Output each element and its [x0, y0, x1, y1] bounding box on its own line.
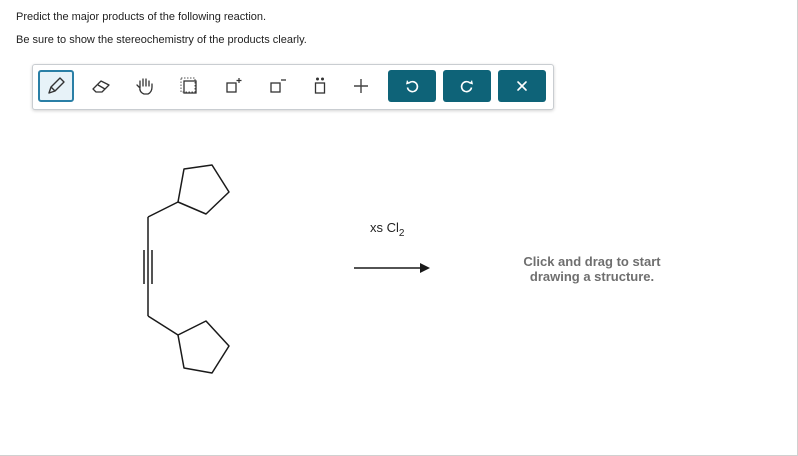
hint-line-1: Click and drag to start — [523, 254, 661, 269]
reaction-arrow — [354, 263, 430, 273]
reagent-subscript: 2 — [398, 228, 405, 239]
triple-bond — [143, 250, 153, 284]
product-drawing-area[interactable]: Click and drag to start drawing a struct… — [508, 254, 676, 284]
hint-line-2: drawing a structure. — [529, 269, 655, 284]
lower-cyclopentane-ring — [177, 320, 230, 374]
reagent-text: xs Cl — [370, 220, 399, 235]
lower-ch2-bond — [147, 315, 179, 336]
reagent-label: xs Cl2 — [370, 220, 404, 239]
upper-ch2-bond — [147, 201, 179, 218]
upper-cyclopentane-ring — [177, 164, 230, 215]
